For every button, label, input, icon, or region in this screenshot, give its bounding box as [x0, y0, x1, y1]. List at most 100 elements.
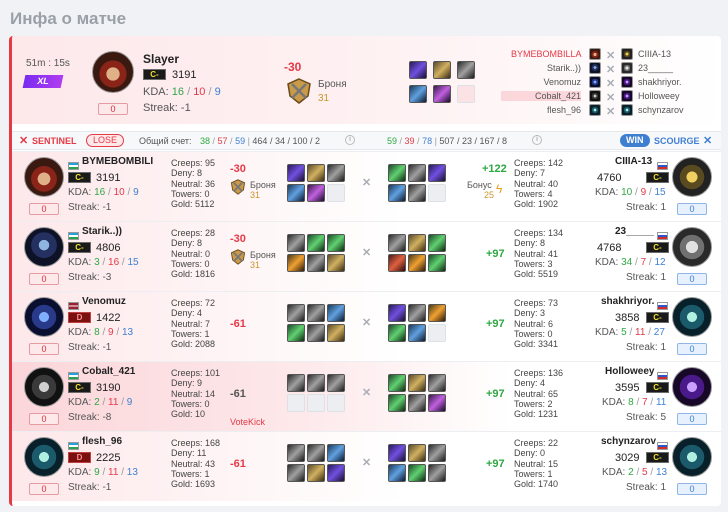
item-icon[interactable]: [388, 304, 406, 322]
item-icon[interactable]: [408, 184, 426, 202]
item-icon[interactable]: [428, 374, 446, 392]
item-icon[interactable]: [428, 164, 446, 182]
item-icon[interactable]: [408, 374, 426, 392]
roster-name[interactable]: BYMEBOMBILLA: [511, 49, 582, 59]
mvp-rating: 3191: [172, 69, 197, 81]
item-icon[interactable]: [307, 184, 325, 202]
item-icon[interactable]: [428, 304, 446, 322]
item-icon[interactable]: [307, 304, 325, 322]
hero-avatar[interactable]: [24, 157, 64, 197]
player-stats: Creeps: 95 Deny: 8 Neutral: 36 Towers: 0 Gol…: [171, 158, 216, 210]
item-icon[interactable]: [388, 234, 406, 252]
item-icon[interactable]: [327, 374, 345, 392]
item-icon[interactable]: [287, 304, 305, 322]
item-icon[interactable]: [327, 464, 345, 482]
player-name[interactable]: schynzarov: [601, 436, 656, 447]
player-name[interactable]: Cobalt_421: [82, 366, 135, 377]
item-icon[interactable]: [307, 234, 325, 252]
item-icon[interactable]: [307, 374, 325, 392]
hero-avatar[interactable]: [672, 367, 712, 407]
item-icon[interactable]: [428, 234, 446, 252]
info-icon[interactable]: i: [532, 135, 542, 145]
item-icon[interactable]: [327, 324, 345, 342]
item-icon[interactable]: [428, 464, 446, 482]
player-name[interactable]: flesh_96: [82, 436, 122, 447]
item-icon[interactable]: [287, 164, 305, 182]
hero-avatar[interactable]: [672, 157, 712, 197]
item-icon[interactable]: [388, 254, 406, 272]
player-name[interactable]: shakhriyor.: [601, 296, 654, 307]
hero-avatar[interactable]: [672, 437, 712, 477]
player-name[interactable]: 23_____: [615, 226, 654, 237]
player-rank: C-: [646, 312, 669, 323]
player-name[interactable]: BYMEBOMBILI: [82, 156, 153, 167]
item-icon[interactable]: [327, 304, 345, 322]
item-icon[interactable]: [287, 254, 305, 272]
item-icon[interactable]: [408, 444, 426, 462]
player-stats: Creeps: 136 Deny: 4 Neutral: 65 Towers: 2 Go…: [514, 368, 564, 420]
item-icon[interactable]: [457, 61, 475, 79]
item-icon[interactable]: [307, 164, 325, 182]
item-icon[interactable]: [408, 234, 426, 252]
item-icon[interactable]: [287, 234, 305, 252]
roster-name[interactable]: Venomuz: [511, 77, 581, 87]
item-icon[interactable]: [388, 324, 406, 342]
item-icon[interactable]: [287, 464, 305, 482]
item-icon[interactable]: [433, 61, 451, 79]
item-icon[interactable]: [388, 464, 406, 482]
mvp-avatar[interactable]: [92, 51, 134, 93]
roster-name[interactable]: Holloweey: [638, 91, 680, 101]
player-name[interactable]: CIIIA-13: [615, 156, 652, 167]
item-icon[interactable]: [307, 324, 325, 342]
item-icon[interactable]: [327, 234, 345, 252]
item-icon[interactable]: [409, 61, 427, 79]
hero-avatar[interactable]: [24, 227, 64, 267]
item-icon[interactable]: [408, 324, 426, 342]
roster-name[interactable]: flesh_96: [511, 105, 581, 115]
roster-name[interactable]: Starik..)): [511, 63, 581, 73]
item-icon[interactable]: [408, 164, 426, 182]
hero-icon: [621, 76, 633, 88]
item-icon[interactable]: [327, 254, 345, 272]
roster-name[interactable]: 23_____: [638, 63, 673, 73]
item-icon[interactable]: [287, 184, 305, 202]
item-icon[interactable]: [287, 374, 305, 392]
player-name[interactable]: Venomuz: [82, 296, 126, 307]
item-icon[interactable]: [388, 164, 406, 182]
player-name[interactable]: Holloweey: [605, 366, 654, 377]
item-icon[interactable]: [388, 184, 406, 202]
item-icon[interactable]: [388, 394, 406, 412]
hero-avatar[interactable]: [672, 297, 712, 337]
hero-avatar[interactable]: [24, 437, 64, 477]
hero-avatar[interactable]: [24, 367, 64, 407]
item-icon[interactable]: [428, 394, 446, 412]
item-icon[interactable]: [428, 254, 446, 272]
roster-name[interactable]: shakhriyor.: [638, 77, 682, 87]
mvp-name[interactable]: Slayer: [143, 52, 179, 66]
hero-avatar[interactable]: [672, 227, 712, 267]
roster-name[interactable]: Cobalt_421: [501, 91, 581, 101]
info-icon[interactable]: i: [345, 135, 355, 145]
item-icon[interactable]: [307, 444, 325, 462]
hero-avatar[interactable]: [24, 297, 64, 337]
item-icon[interactable]: [408, 394, 426, 412]
item-icon[interactable]: [409, 85, 427, 103]
item-icon[interactable]: [287, 444, 305, 462]
item-icon[interactable]: [388, 374, 406, 392]
roster-name[interactable]: CIIIA-13: [638, 49, 671, 59]
item-icon[interactable]: [428, 444, 446, 462]
item-icon[interactable]: [408, 464, 426, 482]
roster-name[interactable]: schynzarov: [638, 105, 684, 115]
player-name[interactable]: Starik..)): [82, 226, 122, 237]
item-icon[interactable]: [287, 324, 305, 342]
item-icon[interactable]: [408, 254, 426, 272]
item-icon[interactable]: [327, 164, 345, 182]
sentinel-score: 38 / 57 / 59 | 464 / 34 / 100 / 2: [200, 136, 320, 146]
player-stats: Creeps: 101 Deny: 9 Neutral: 14 Towers: 0 Go…: [171, 368, 221, 420]
item-icon[interactable]: [433, 85, 451, 103]
item-icon[interactable]: [327, 444, 345, 462]
item-icon[interactable]: [307, 254, 325, 272]
item-icon[interactable]: [408, 304, 426, 322]
item-icon[interactable]: [388, 444, 406, 462]
item-icon[interactable]: [307, 464, 325, 482]
